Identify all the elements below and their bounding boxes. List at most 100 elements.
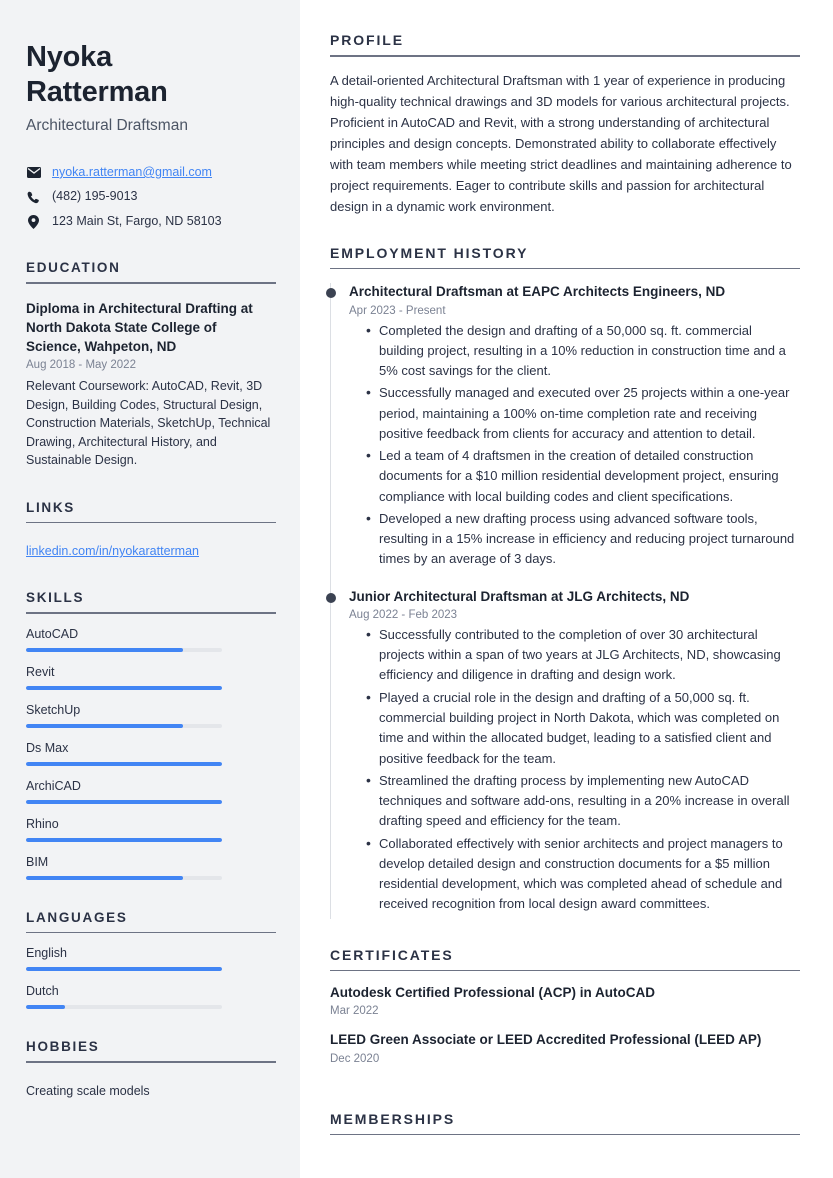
candidate-job-title: Architectural Draftsman [26,116,188,134]
employment-entry-title: Architectural Draftsman at EAPC Architec… [349,284,726,300]
main-column: PROFILE A detail-oriented Architectural … [300,0,833,1178]
contact-email-link[interactable]: nyoka.ratterman@gmail.com [52,164,212,182]
employment-rule [330,267,800,270]
employment-entry-date: Aug 2022 - Feb 2023 [349,608,458,621]
candidate-name-line2: Ratterman [26,76,168,109]
employment-entry: Junior Architectural Draftsman at JLG Ar… [325,588,800,919]
hobbies-text: Creating scale models [26,1083,150,1098]
memberships-heading: MEMBERSHIPS [330,1110,456,1127]
employment-heading: EMPLOYMENT HISTORY [330,244,529,261]
employment-entry-date: Apr 2023 - Present [349,304,446,317]
employment-timeline: Architectural Draftsman at EAPC Architec… [325,283,800,919]
employment-section: EMPLOYMENT HISTORY Architectural Draftsm… [325,244,800,919]
profile-rule [330,55,800,57]
employment-entry-bullets: Successfully contributed to the completi… [349,624,800,915]
sidebar: Nyoka Ratterman Architectural Draftsman … [0,0,300,1178]
certificate-item: LEED Green Associate or LEED Accredited … [330,1031,800,1064]
employment-bullet: Streamlined the drafting process by impl… [366,770,800,832]
skill-item: SketchUp [26,703,274,728]
memberships-rule [330,1133,800,1136]
certificate-title: Autodesk Certified Professional (ACP) in… [330,985,656,1001]
map-pin-icon [26,214,41,229]
links-heading: LINKS [26,499,75,515]
education-entry: Diploma in Architectural Drafting at Nor… [26,299,274,470]
languages-list: English Dutch [26,946,274,1010]
skill-label: BIM [26,854,49,869]
skill-level-fill [26,723,183,728]
skill-level-track [26,685,222,690]
contact-address-row: 123 Main St, Fargo, ND 58103 [26,213,274,231]
profile-text: A detail-oriented Architectural Draftsma… [330,72,792,214]
phone-icon [26,191,41,204]
skill-level-fill [26,837,222,842]
skill-level-fill [26,761,222,766]
skills-rule [26,612,276,614]
timeline-dot-icon [325,592,336,603]
candidate-name: Nyoka Ratterman [26,40,274,111]
hobbies-section: HOBBIES Creating scale models [26,1039,276,1100]
links-list: linkedin.com/in/nyokaratterman [26,542,274,560]
language-label: English [26,946,67,961]
employment-bullet: Successfully managed and executed over 2… [366,382,800,444]
languages-rule [26,931,276,934]
education-entry-date: Aug 2018 - May 2022 [26,359,136,372]
certificates-rule [330,969,800,972]
employment-bullet: Collaborated effectively with senior arc… [366,833,800,915]
skill-item: Rhino [26,817,274,842]
contact-phone-text: (482) 195-9013 [52,189,138,204]
employment-bullet: Led a team of 4 draftsmen in the creatio… [366,445,800,507]
skill-label: Rhino [26,816,59,831]
certificate-date: Dec 2020 [330,1052,380,1065]
education-entry-description: Relevant Coursework: AutoCAD, Revit, 3D … [26,379,271,468]
skill-level-fill [26,799,222,804]
skill-label: SketchUp [26,702,81,717]
skill-level-track [26,799,222,804]
education-heading: EDUCATION [26,260,121,276]
skill-level-track [26,723,222,728]
employment-bullet: Completed the design and drafting of a 5… [366,320,800,382]
skills-section: SKILLS AutoCAD Revit SketchUp Ds Max ArchiCA… [26,590,276,880]
skill-item: Revit [26,665,274,690]
skill-level-track [26,875,222,880]
candidate-name-line1: Nyoka [26,41,113,73]
skill-level-fill [26,875,183,880]
skill-label: AutoCAD [26,626,79,641]
skill-item: ArchiCAD [26,779,274,804]
skill-label: Revit [26,664,55,679]
education-section: EDUCATION Diploma in Architectural Draft… [26,260,276,470]
education-rule [26,282,276,284]
links-section: LINKS linkedin.com/in/nyokaratterman [26,499,276,561]
timeline-dot-icon [325,288,336,299]
certificate-date: Mar 2022 [330,1005,379,1018]
language-label: Dutch [26,984,59,999]
education-entry-title: Diploma in Architectural Drafting at Nor… [26,300,253,355]
skill-level-track [26,761,222,766]
skill-level-track [26,647,222,652]
language-level-fill [26,1005,66,1010]
profile-heading: PROFILE [330,32,404,48]
certificates-list: Autodesk Certified Professional (ACP) in… [330,984,800,1064]
contact-email-row: nyoka.ratterman@gmail.com [26,164,274,182]
skill-item: Ds Max [26,741,274,766]
language-level-fill [26,967,222,972]
language-level-track [26,967,222,972]
languages-heading: LANGUAGES [26,909,128,925]
skill-item: BIM [26,855,274,880]
skill-level-track [26,837,222,842]
contact-phone-row: (482) 195-9013 [26,188,274,206]
employment-entry: Architectural Draftsman at EAPC Architec… [325,283,800,573]
skill-label: Ds Max [26,740,69,755]
skill-level-fill [26,685,222,690]
skill-item: AutoCAD [26,627,274,652]
employment-bullet: Successfully contributed to the completi… [366,624,800,686]
skill-level-fill [26,647,183,652]
contact-list: nyoka.ratterman@gmail.com (482) 195-9013… [26,164,274,231]
memberships-section: MEMBERSHIPS [330,1111,800,1136]
hobbies-heading: HOBBIES [26,1039,100,1055]
employment-entry-bullets: Completed the design and drafting of a 5… [349,320,800,570]
employment-bullet: Developed a new drafting process using a… [366,508,800,570]
skill-label: ArchiCAD [26,778,81,793]
skills-list: AutoCAD Revit SketchUp Ds Max ArchiCAD Rhino B… [26,627,274,880]
certificates-section: CERTIFICATES Autodesk Certified Professi… [330,947,800,1065]
link-item-linkedin[interactable]: linkedin.com/in/nyokaratterman [26,544,199,558]
